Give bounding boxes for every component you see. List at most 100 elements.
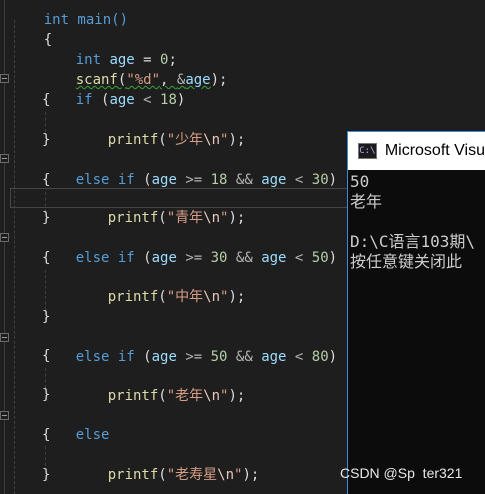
fold-toggle-icon[interactable] bbox=[0, 233, 9, 242]
brace: { bbox=[42, 348, 51, 364]
variable: age bbox=[261, 172, 287, 188]
punct: ( bbox=[158, 467, 167, 483]
code-line-printf: printf("老寿星\n"); bbox=[74, 445, 260, 483]
code-line-brace: } bbox=[42, 385, 50, 405]
punct: ( bbox=[134, 172, 152, 188]
console-app-icon: C:\ bbox=[358, 143, 377, 159]
escape-sequence: \n bbox=[203, 289, 221, 305]
fold-toggle-icon[interactable] bbox=[0, 74, 9, 83]
punct: ); bbox=[210, 72, 228, 88]
punct: ) bbox=[328, 349, 338, 365]
keyword: else if bbox=[75, 172, 135, 188]
console-icon-text: C:\ bbox=[359, 145, 376, 156]
punct: ); bbox=[228, 132, 246, 148]
punct: ); bbox=[228, 289, 246, 305]
punct: ) bbox=[328, 172, 338, 188]
code-line-printf: printf("少年\n"); bbox=[74, 110, 246, 148]
code-line-brace: { bbox=[42, 170, 50, 190]
code-line-brace: } bbox=[42, 130, 50, 150]
string-literal: "少年 bbox=[166, 132, 204, 148]
number: 18 bbox=[160, 92, 177, 108]
escape-sequence: \n bbox=[203, 132, 221, 148]
brace: { bbox=[42, 92, 51, 108]
function-name: printf bbox=[107, 467, 159, 483]
fold-toggle-icon[interactable] bbox=[0, 333, 9, 342]
number: 80 bbox=[311, 349, 329, 365]
escape-sequence: \n bbox=[203, 210, 221, 226]
code-line-brace: { bbox=[42, 90, 50, 110]
punct: ( bbox=[158, 388, 167, 404]
code-line-else-if: else if (age >= 50 && age < 80) bbox=[42, 327, 337, 365]
string-literal: "老年 bbox=[166, 388, 204, 404]
code-line-else: else bbox=[42, 405, 110, 443]
number: 30 bbox=[311, 172, 329, 188]
operator: >= bbox=[176, 349, 211, 365]
operator: && bbox=[227, 349, 262, 365]
fold-toggle-icon[interactable] bbox=[0, 154, 9, 163]
code-line-printf: printf("青年\n"); bbox=[74, 188, 246, 226]
code-line-printf: printf("老年\n"); bbox=[74, 366, 246, 404]
operator: >= bbox=[176, 172, 211, 188]
variable: age bbox=[261, 250, 287, 266]
variable: age bbox=[185, 72, 211, 88]
punct: ) bbox=[328, 250, 338, 266]
brace: { bbox=[42, 172, 51, 188]
code-line-scanf: scanf("%d", &age); bbox=[42, 50, 228, 88]
number: 18 bbox=[210, 172, 228, 188]
code-line-else-if: else if (age >= 30 && age < 50) bbox=[42, 228, 337, 266]
console-title-bar[interactable]: C:\ Microsoft Visu bbox=[348, 132, 485, 170]
number: 50 bbox=[311, 250, 329, 266]
brace: } bbox=[42, 309, 51, 325]
code-line-brace: } bbox=[42, 208, 50, 228]
punct: ( bbox=[92, 92, 110, 108]
punct: ); bbox=[228, 388, 246, 404]
function-name: printf bbox=[107, 210, 159, 226]
variable: age bbox=[151, 349, 177, 365]
punct: ) bbox=[176, 92, 186, 108]
variable: age bbox=[151, 250, 177, 266]
keyword: else if bbox=[75, 250, 135, 266]
code-line-else-if: else if (age >= 18 && age < 30) bbox=[42, 150, 337, 188]
brace: { bbox=[42, 427, 51, 443]
code-line-if: if (age < 18) bbox=[42, 70, 186, 108]
code-line-declaration: int age = 0; bbox=[42, 30, 177, 68]
number: 50 bbox=[210, 349, 228, 365]
punct: ( bbox=[158, 289, 167, 305]
string-literal: "青年 bbox=[166, 210, 204, 226]
operator: < bbox=[286, 349, 312, 365]
function-name: printf bbox=[107, 289, 159, 305]
brace: } bbox=[42, 467, 51, 483]
string-literal: "老寿星 bbox=[166, 467, 218, 483]
console-output[interactable]: 50 老年 D:\C语言103期\ 按任意键关闭此 bbox=[348, 170, 485, 272]
variable: age bbox=[109, 92, 135, 108]
watermark: CSDN @Sp ter321 bbox=[340, 465, 463, 481]
code-line-brace: { bbox=[42, 425, 50, 445]
variable: age bbox=[151, 172, 177, 188]
code-line-brace: { bbox=[42, 248, 50, 268]
operator: >= bbox=[176, 250, 211, 266]
indent-guide bbox=[14, 20, 15, 494]
keyword: if bbox=[75, 92, 93, 108]
punct: ( bbox=[134, 250, 152, 266]
punct: ( bbox=[134, 349, 152, 365]
console-window[interactable]: C:\ Microsoft Visu 50 老年 D:\C语言103期\ 按任意… bbox=[347, 131, 485, 494]
operator: < bbox=[286, 250, 312, 266]
function-name: printf bbox=[107, 388, 159, 404]
code-line-brace: } bbox=[42, 307, 50, 327]
punct: ( bbox=[158, 210, 167, 226]
brace: } bbox=[42, 210, 51, 226]
number: 30 bbox=[210, 250, 228, 266]
brace: } bbox=[42, 387, 51, 403]
code-line-brace: } bbox=[42, 465, 50, 485]
operator: && bbox=[227, 250, 262, 266]
fold-toggle-icon[interactable] bbox=[0, 411, 9, 420]
code-line-open-brace: { bbox=[10, 10, 52, 48]
string-literal: "中年 bbox=[166, 289, 204, 305]
operator: && bbox=[227, 172, 262, 188]
code-line-signature: int main() bbox=[10, 0, 128, 28]
escape-sequence: \n bbox=[217, 467, 235, 483]
brace: { bbox=[42, 250, 51, 266]
operator: < bbox=[286, 172, 312, 188]
keyword: else if bbox=[75, 349, 135, 365]
operator: < bbox=[134, 92, 161, 108]
